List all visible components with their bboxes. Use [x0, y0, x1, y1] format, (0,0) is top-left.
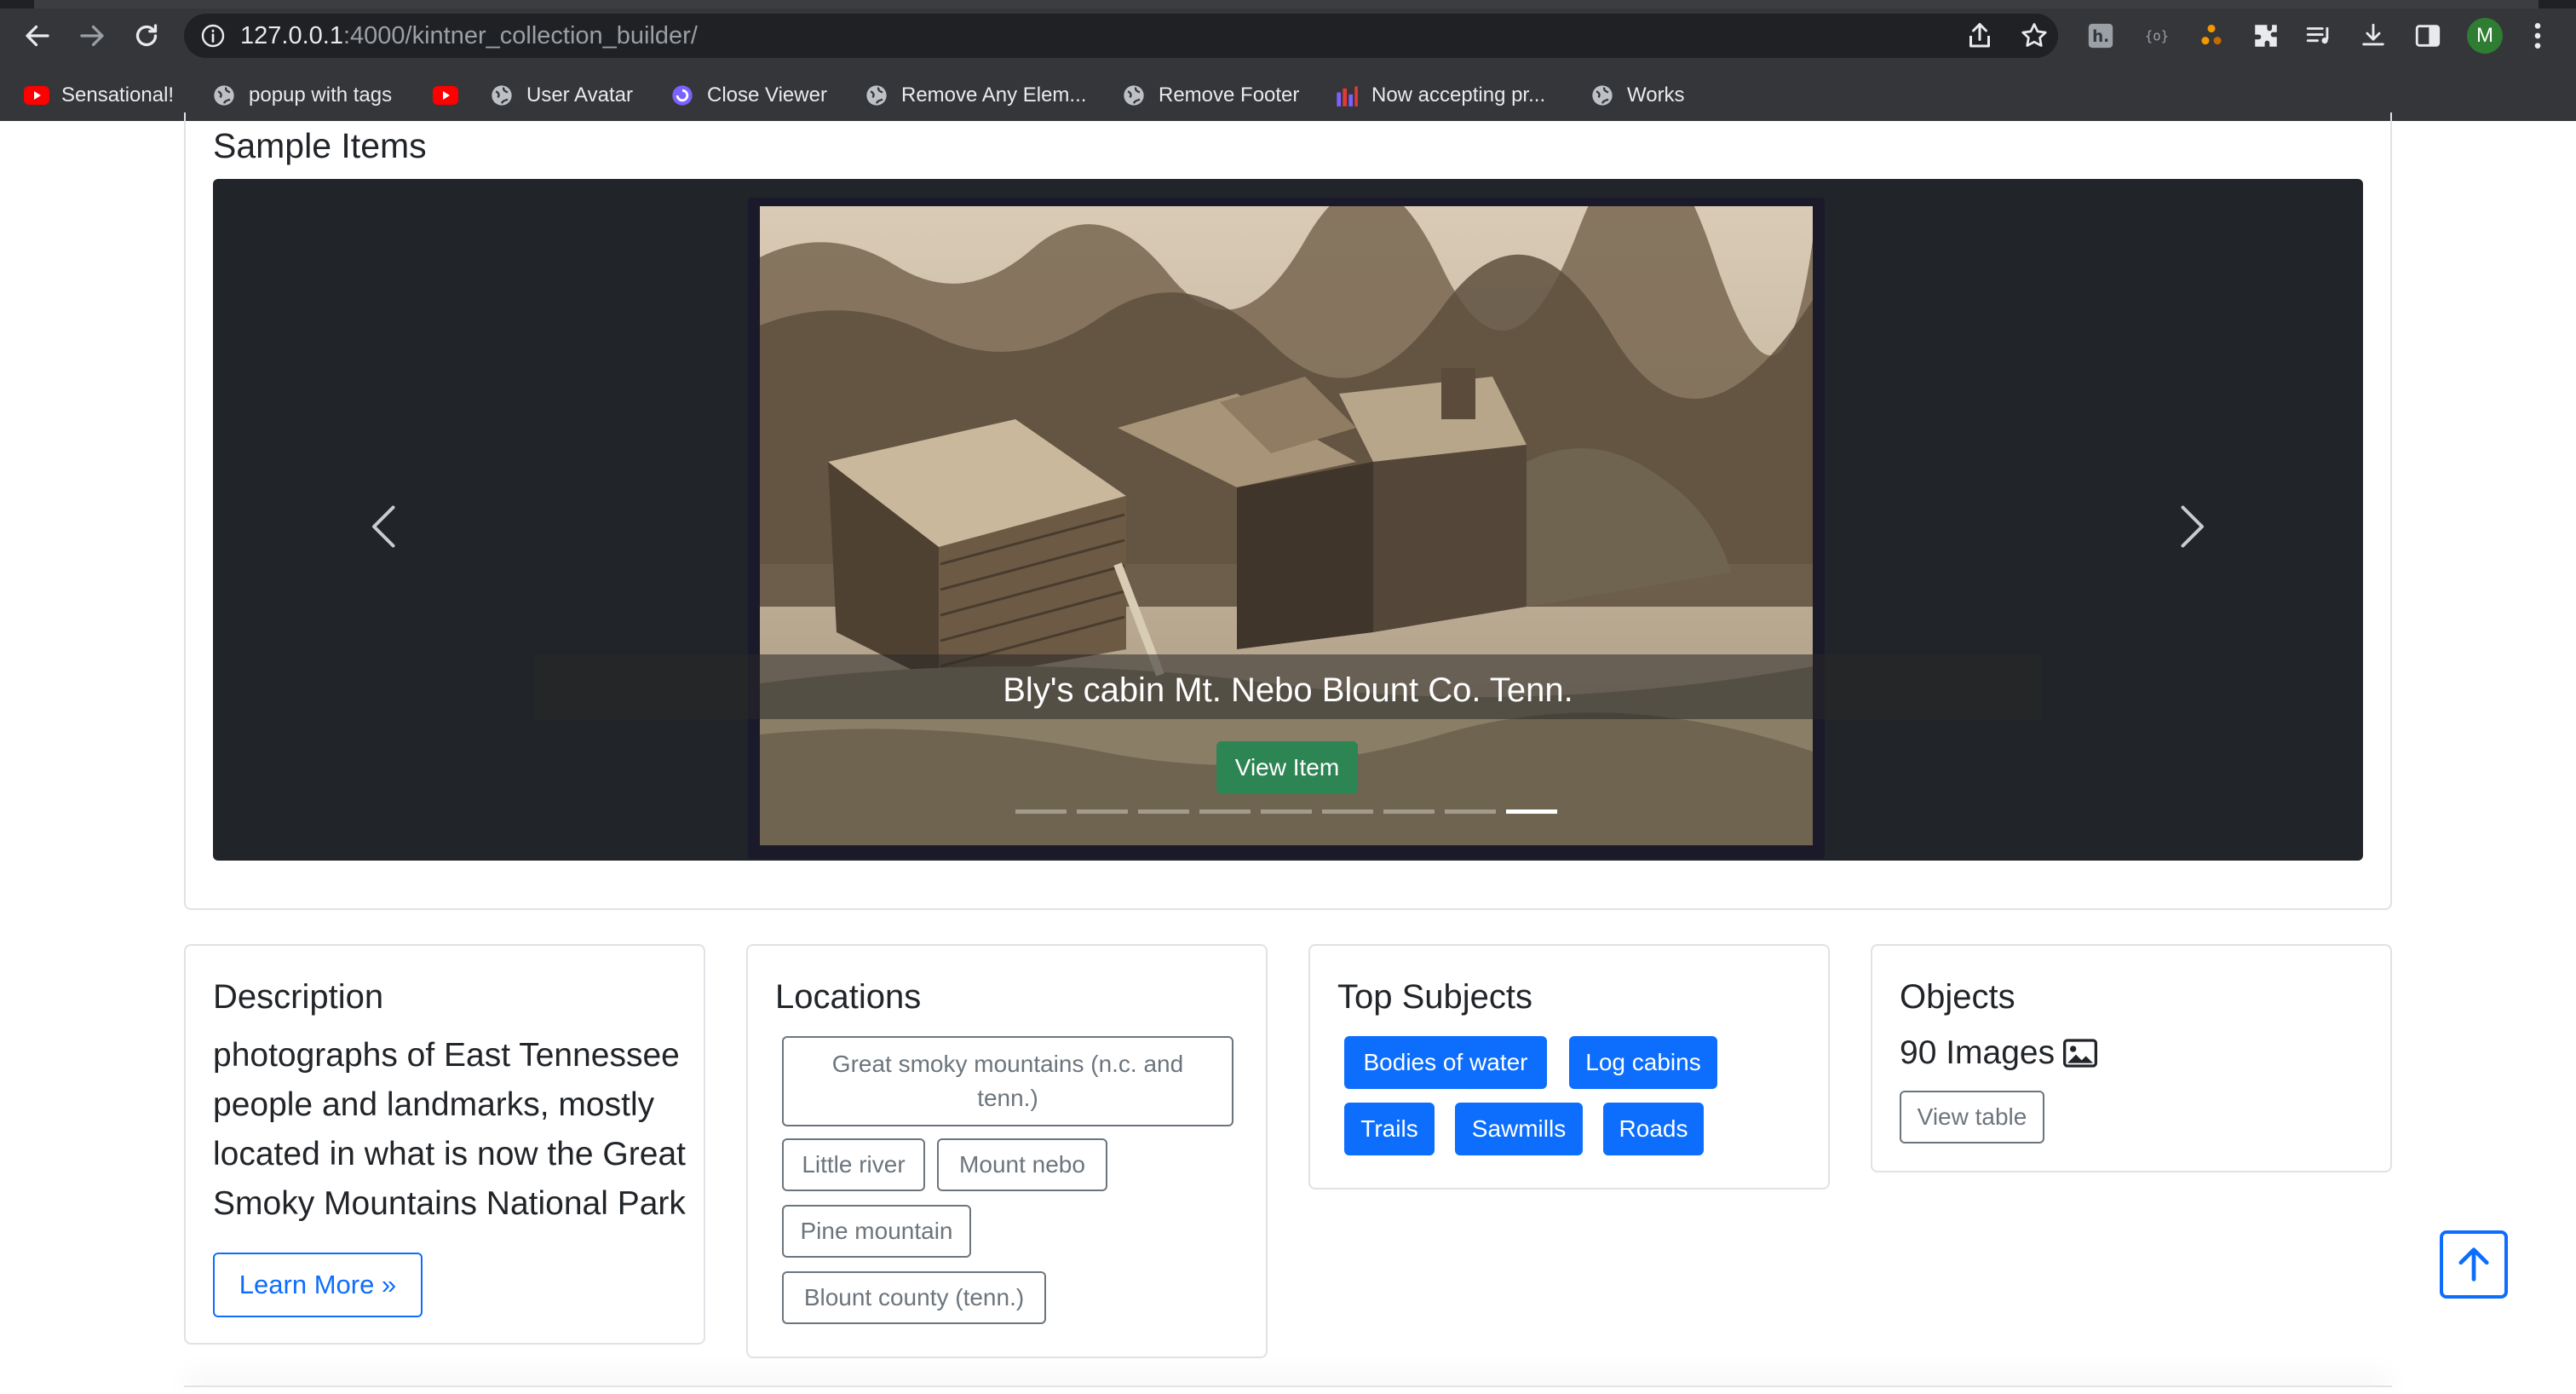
- sample-items-carousel: Bly's cabin Mt. Nebo Blount Co. Tenn. Vi…: [213, 179, 2363, 861]
- back-button[interactable]: [19, 17, 56, 55]
- carousel-indicator[interactable]: [1015, 809, 1067, 814]
- view-table-button[interactable]: View table: [1900, 1091, 2044, 1143]
- bookmark-label: popup with tags: [249, 84, 393, 107]
- bookmark-star-icon[interactable]: [2019, 20, 2050, 51]
- description-card: Description photographs of East Tennesse…: [184, 944, 705, 1345]
- more-menu-icon[interactable]: [2525, 19, 2550, 53]
- carousel-indicator[interactable]: [1077, 809, 1128, 814]
- carousel-indicator[interactable]: [1261, 809, 1312, 814]
- svg-text:{o}: {o}: [2145, 29, 2169, 44]
- objects-card: Objects 90 Images View table: [1871, 944, 2392, 1172]
- view-item-button[interactable]: View Item: [1216, 741, 1358, 794]
- youtube-icon: [433, 83, 458, 108]
- carousel-indicator[interactable]: [1322, 809, 1373, 814]
- address-bar[interactable]: 127.0.0.1:4000/kintner_collection_builde…: [184, 14, 2058, 58]
- carousel-indicators: [1015, 809, 1561, 815]
- devtools-extension-icon[interactable]: {o}: [2140, 19, 2174, 53]
- bookmark-label: Remove Any Elem...: [901, 84, 1087, 107]
- svg-text:h.: h.: [2092, 28, 2109, 46]
- subject-tag[interactable]: Bodies of water: [1344, 1036, 1547, 1089]
- subject-tag[interactable]: Log cabins: [1569, 1036, 1717, 1089]
- extension-swirl-icon: [670, 83, 695, 108]
- forward-button[interactable]: [73, 17, 111, 55]
- location-tag[interactable]: Mount nebo: [937, 1138, 1107, 1191]
- top-subjects-card: Top Subjects Bodies of water Log cabins …: [1308, 944, 1830, 1190]
- url-host: 127.0.0.1: [240, 22, 343, 49]
- subject-tag[interactable]: Sawmills: [1455, 1103, 1583, 1155]
- globe-icon: [864, 83, 889, 108]
- bookmark-popup-with-tags[interactable]: popup with tags: [211, 77, 392, 114]
- globe-icon: [211, 83, 237, 108]
- globe-icon: [489, 83, 515, 108]
- bookmark-user-avatar[interactable]: User Avatar: [489, 77, 633, 114]
- carousel-indicator[interactable]: [1506, 809, 1557, 814]
- description-title: Description: [213, 978, 384, 1016]
- description-text: photographs of East Tennessee people and…: [213, 1037, 686, 1222]
- extensions-puzzle-icon[interactable]: [2249, 19, 2283, 53]
- top-subjects-title: Top Subjects: [1337, 978, 1533, 1016]
- locations-card: Locations Great smoky mountains (n.c. an…: [746, 944, 1268, 1358]
- bookmark-youtube[interactable]: [433, 77, 458, 114]
- carousel-caption: Bly's cabin Mt. Nebo Blount Co. Tenn.: [1003, 671, 1573, 709]
- carousel-next-icon[interactable]: [2164, 501, 2215, 552]
- bookmark-works[interactable]: Works: [1590, 77, 1685, 114]
- carousel-indicator[interactable]: [1445, 809, 1496, 814]
- objects-count: 90 Images: [1900, 1034, 2098, 1072]
- bookmark-label: Now accepting pr...: [1371, 84, 1546, 107]
- orange-extension-icon[interactable]: [2194, 19, 2228, 53]
- site-info-icon[interactable]: [199, 22, 227, 49]
- objects-title: Objects: [1900, 978, 2015, 1016]
- forward-arrow-icon: [80, 25, 104, 47]
- bookmark-now-accepting[interactable]: Now accepting pr...: [1334, 77, 1545, 114]
- carousel-indicator[interactable]: [1383, 809, 1435, 814]
- globe-icon: [1590, 83, 1615, 108]
- youtube-icon: [24, 83, 49, 108]
- next-section-edge: [184, 1385, 2392, 1394]
- subject-tag[interactable]: Roads: [1603, 1103, 1704, 1155]
- bookmark-label: Close Viewer: [707, 84, 827, 107]
- bookmark-close-viewer[interactable]: Close Viewer: [670, 77, 827, 114]
- image-icon: [2063, 1039, 2098, 1068]
- bookmark-label: Works: [1627, 84, 1685, 107]
- reload-button[interactable]: [128, 17, 165, 55]
- learn-more-button[interactable]: Learn More »: [213, 1253, 423, 1317]
- bookmark-label: Remove Footer: [1159, 84, 1300, 107]
- url-path: :4000/kintner_collection_builder/: [342, 22, 698, 49]
- share-icon[interactable]: [1964, 20, 1995, 51]
- bookmark-remove-footer[interactable]: Remove Footer: [1121, 77, 1299, 114]
- carousel-indicator[interactable]: [1199, 809, 1251, 814]
- reload-icon: [135, 24, 158, 47]
- download-icon[interactable]: [2356, 19, 2390, 53]
- sample-items-title: Sample Items: [213, 126, 427, 165]
- page-content: Sample Items Bly's cabin Mt. Nebo Blount…: [0, 112, 2576, 1394]
- arrow-up-icon: [2458, 1247, 2489, 1282]
- tab-strip: [0, 0, 2576, 9]
- globe-icon: [1121, 83, 1147, 108]
- profile-avatar[interactable]: M: [2467, 18, 2503, 54]
- back-arrow-icon: [26, 25, 49, 47]
- locations-title: Locations: [775, 978, 922, 1016]
- subject-tag[interactable]: Trails: [1344, 1103, 1435, 1155]
- location-tag[interactable]: Great smoky mountains (n.c. and tenn.): [782, 1036, 1233, 1126]
- browser-toolbar: 127.0.0.1:4000/kintner_collection_builde…: [0, 0, 2576, 121]
- hypothesis-extension-icon[interactable]: h.: [2084, 19, 2118, 53]
- location-tag[interactable]: Blount county (tenn.): [782, 1271, 1046, 1324]
- url-text: 127.0.0.1:4000/kintner_collection_builde…: [240, 22, 698, 50]
- bookmark-label: Sensational!: [61, 84, 175, 107]
- bookmark-remove-any-element[interactable]: Remove Any Elem...: [864, 77, 1086, 114]
- bookmark-sensational[interactable]: Sensational!: [24, 77, 174, 114]
- media-queue-icon[interactable]: [2302, 19, 2336, 53]
- location-tag[interactable]: Little river: [782, 1138, 925, 1191]
- back-to-top-button[interactable]: [2440, 1230, 2508, 1299]
- bar-chart-icon: [1334, 83, 1360, 108]
- bookmark-label: User Avatar: [526, 84, 633, 107]
- carousel-indicator[interactable]: [1138, 809, 1189, 814]
- side-panel-icon[interactable]: [2411, 19, 2445, 53]
- carousel-prev-icon[interactable]: [361, 501, 412, 552]
- objects-count-label: 90 Images: [1900, 1034, 2056, 1071]
- location-tag[interactable]: Pine mountain: [782, 1205, 971, 1258]
